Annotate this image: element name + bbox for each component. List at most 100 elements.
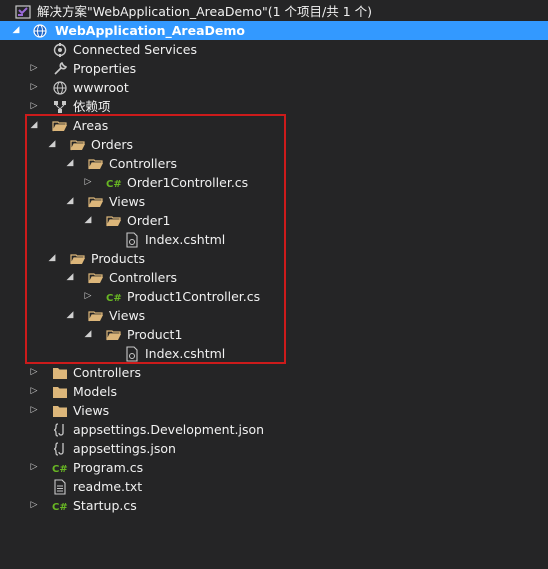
tree-item-dependencies[interactable]: ▷ 依赖项: [0, 97, 548, 116]
tree-item-views[interactable]: ▷ Views: [0, 401, 548, 420]
folder-open-icon: [106, 213, 122, 229]
tree-item-wwwroot[interactable]: ▷ wwwroot: [0, 78, 548, 97]
folder-open-icon: [88, 194, 104, 210]
solution-node[interactable]: 解决方案"WebApplication_AreaDemo"(1 个项目/共 1 …: [0, 2, 548, 21]
razor-file-icon: [124, 232, 140, 248]
dependencies-icon: [52, 99, 68, 115]
svg-text:C#: C#: [52, 464, 68, 475]
tree-item-order1-folder[interactable]: ◢ Order1: [0, 211, 548, 230]
folder-open-icon: [88, 270, 104, 286]
tree-item-label: Properties: [73, 61, 137, 76]
tree-item-label: Product1Controller.cs: [127, 289, 261, 304]
tree-item-label: 依赖项: [73, 99, 111, 114]
tree-item-label: appsettings.Development.json: [73, 422, 265, 437]
tree-item-connected-services[interactable]: Connected Services: [0, 40, 548, 59]
tree-item-properties[interactable]: ▷ Properties: [0, 59, 548, 78]
tree-item-areas[interactable]: ◢ Areas: [0, 116, 548, 135]
collapsed-arrow-icon[interactable]: ▷: [27, 496, 41, 515]
tree-item-orders-controllers[interactable]: ◢ Controllers: [0, 154, 548, 173]
text-file-icon: [52, 479, 68, 495]
tree-item-program[interactable]: ▷ C# Program.cs: [0, 458, 548, 477]
properties-wrench-icon: [52, 61, 68, 77]
tree-item-appsettings[interactable]: appsettings.json: [0, 439, 548, 458]
tree-item-label: Index.cshtml: [145, 232, 226, 247]
tree-item-models[interactable]: ▷ Models: [0, 382, 548, 401]
svg-text:C#: C#: [106, 293, 122, 304]
tree-item-label: Order1: [127, 213, 171, 228]
svg-text:C#: C#: [52, 502, 68, 513]
collapsed-arrow-icon[interactable]: ▷: [81, 287, 95, 306]
folder-open-icon: [88, 156, 104, 172]
tree-item-order1controller[interactable]: ▷ C# Order1Controller.cs: [0, 173, 548, 192]
razor-file-icon: [124, 346, 140, 362]
tree-item-label: Index.cshtml: [145, 346, 226, 361]
tree-item-startup[interactable]: ▷ C# Startup.cs: [0, 496, 548, 515]
collapsed-arrow-icon[interactable]: ▷: [27, 363, 41, 382]
folder-open-icon: [70, 251, 86, 267]
tree-item-label: Models: [73, 384, 118, 399]
tree-item-label: Products: [91, 251, 145, 266]
folder-icon: [52, 365, 68, 381]
expanded-arrow-icon[interactable]: ◢: [63, 154, 77, 173]
connected-services-icon: [52, 42, 68, 58]
collapsed-arrow-icon[interactable]: ▷: [27, 401, 41, 420]
tree-item-label: Controllers: [109, 156, 177, 171]
tree-item-label: Startup.cs: [73, 498, 137, 513]
folder-open-icon: [70, 137, 86, 153]
tree-item-products-controllers[interactable]: ◢ Controllers: [0, 268, 548, 287]
collapsed-arrow-icon[interactable]: ▷: [27, 97, 41, 116]
expanded-arrow-icon[interactable]: ◢: [63, 192, 77, 211]
tree-item-appsettings-development[interactable]: appsettings.Development.json: [0, 420, 548, 439]
tree-item-label: Connected Services: [73, 42, 197, 57]
project-node[interactable]: ◢ WebApplication_AreaDemo: [0, 21, 548, 40]
tree-item-label: Views: [109, 308, 146, 323]
folder-icon: [52, 403, 68, 419]
expanded-arrow-icon[interactable]: ◢: [63, 268, 77, 287]
folder-open-icon: [88, 308, 104, 324]
expanded-arrow-icon[interactable]: ◢: [45, 249, 59, 268]
tree-item-label: appsettings.json: [73, 441, 176, 456]
collapsed-arrow-icon[interactable]: ▷: [27, 78, 41, 97]
csharp-file-icon: C#: [52, 498, 68, 514]
csharp-file-icon: C#: [52, 460, 68, 476]
globe-icon: [52, 80, 68, 96]
folder-open-icon: [52, 118, 68, 134]
tree-item-label: Product1: [127, 327, 183, 342]
tree-item-products-views[interactable]: ◢ Views: [0, 306, 548, 325]
tree-item-orders-views[interactable]: ◢ Views: [0, 192, 548, 211]
tree-item-readme[interactable]: readme.txt: [0, 477, 548, 496]
csharp-file-icon: C#: [106, 289, 122, 305]
tree-item-label: Controllers: [73, 365, 141, 380]
expanded-arrow-icon[interactable]: ◢: [81, 325, 95, 344]
expanded-arrow-icon[interactable]: ◢: [27, 116, 41, 135]
tree-item-label: Orders: [91, 137, 134, 152]
tree-item-controllers[interactable]: ▷ Controllers: [0, 363, 548, 382]
json-file-icon: [52, 422, 68, 438]
tree-item-product1controller[interactable]: ▷ C# Product1Controller.cs: [0, 287, 548, 306]
tree-item-products-index[interactable]: Index.cshtml: [0, 344, 548, 363]
expanded-arrow-icon[interactable]: ◢: [81, 211, 95, 230]
tree-item-orders[interactable]: ◢ Orders: [0, 135, 548, 154]
tree-item-label: Order1Controller.cs: [127, 175, 249, 190]
tree-item-label: wwwroot: [73, 80, 129, 95]
collapsed-arrow-icon[interactable]: ▷: [81, 173, 95, 192]
tree-item-label: Program.cs: [73, 460, 144, 475]
collapsed-arrow-icon[interactable]: ▷: [27, 59, 41, 78]
collapsed-arrow-icon[interactable]: ▷: [27, 382, 41, 401]
solution-icon: [15, 4, 31, 20]
tree-item-label: Views: [73, 403, 110, 418]
tree-item-label: Controllers: [109, 270, 177, 285]
folder-open-icon: [106, 327, 122, 343]
tree-item-label: Views: [109, 194, 146, 209]
tree-item-product1-folder[interactable]: ◢ Product1: [0, 325, 548, 344]
tree-item-label: Areas: [73, 118, 109, 133]
solution-label: 解决方案"WebApplication_AreaDemo"(1 个项目/共 1 …: [37, 4, 373, 19]
collapsed-arrow-icon[interactable]: ▷: [27, 458, 41, 477]
tree-item-orders-index[interactable]: Index.cshtml: [0, 230, 548, 249]
expanded-arrow-icon[interactable]: ◢: [45, 135, 59, 154]
expanded-arrow-icon[interactable]: ◢: [63, 306, 77, 325]
tree-item-label: readme.txt: [73, 479, 143, 494]
project-label: WebApplication_AreaDemo: [55, 23, 245, 38]
tree-item-products[interactable]: ◢ Products: [0, 249, 548, 268]
expanded-arrow-icon[interactable]: ◢: [9, 21, 23, 40]
